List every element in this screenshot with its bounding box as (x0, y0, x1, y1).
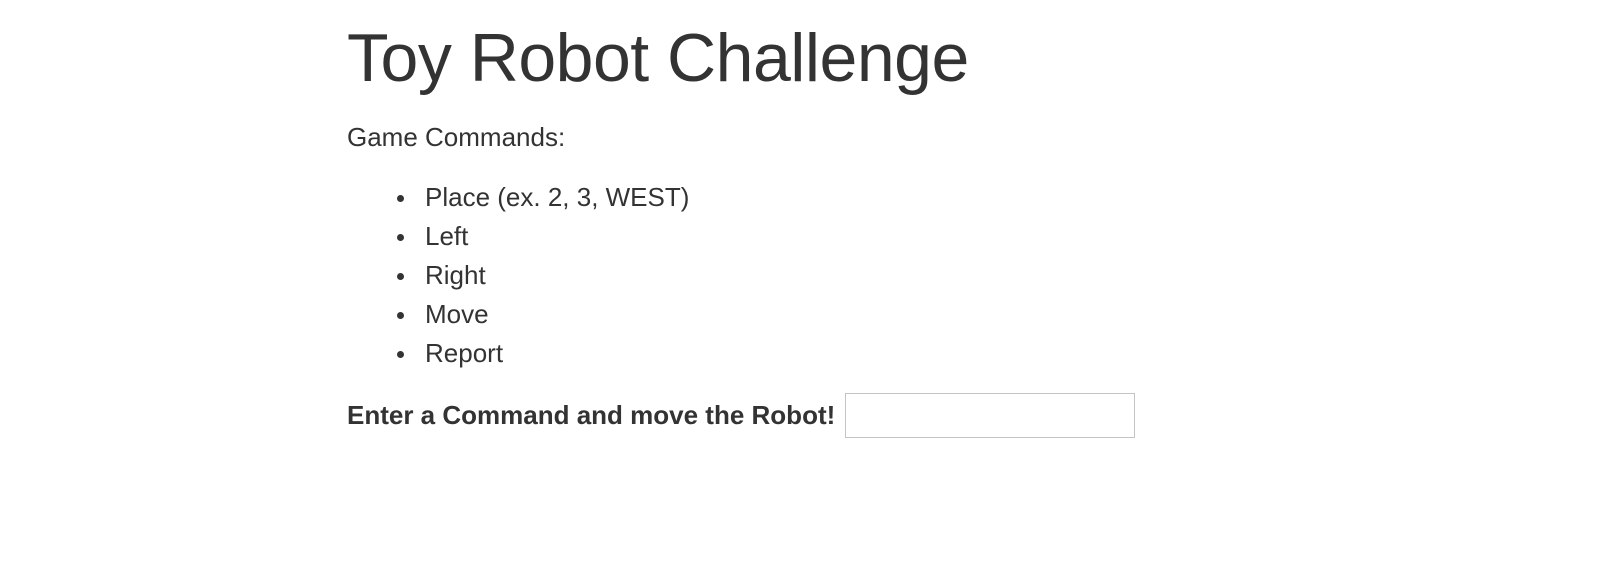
main-content: Toy Robot Challenge Game Commands: Place… (347, 0, 1247, 438)
command-item-left: Left (397, 217, 1247, 256)
command-form: Enter a Command and move the Robot! (347, 393, 1247, 438)
command-item-report: Report (397, 334, 1247, 373)
game-commands-heading: Game Commands: (347, 122, 566, 152)
command-item-right: Right (397, 256, 1247, 295)
command-item-place: Place (ex. 2, 3, WEST) (397, 178, 1247, 217)
command-input-label: Enter a Command and move the Robot! (347, 400, 836, 430)
command-item-move: Move (397, 295, 1247, 334)
command-input[interactable] (845, 393, 1136, 438)
command-list: Place (ex. 2, 3, WEST) Left Right Move R… (347, 178, 1247, 373)
page-title: Toy Robot Challenge (347, 20, 969, 96)
